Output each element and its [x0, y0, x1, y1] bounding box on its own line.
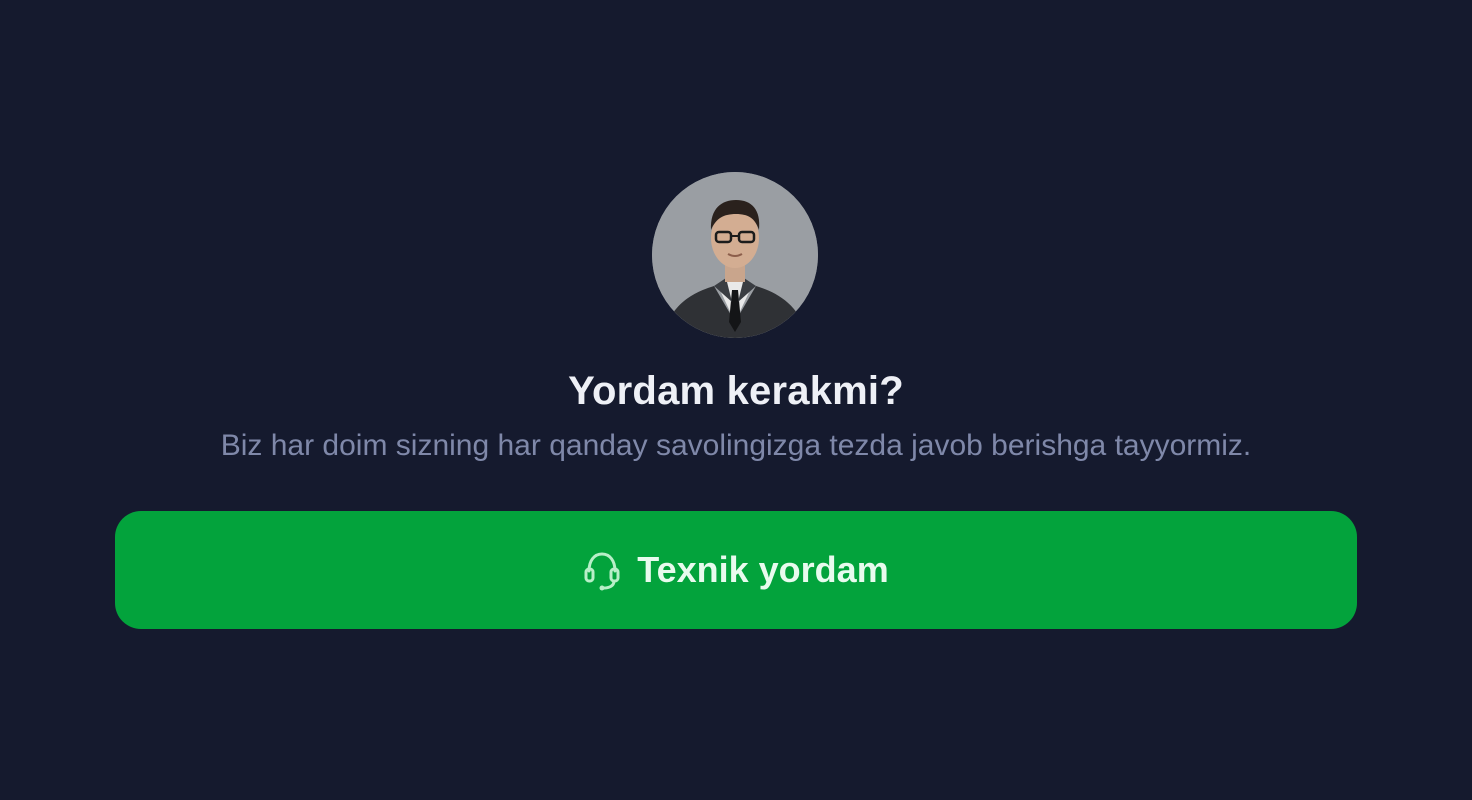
headset-icon [583, 549, 621, 591]
page-title: Yordam kerakmi? [568, 369, 904, 413]
technical-support-button[interactable]: Texnik yordam [115, 511, 1357, 629]
technical-support-label: Texnik yordam [637, 549, 889, 590]
subtitle: Biz har doim sizning har qanday savoling… [220, 429, 1252, 462]
help-card: Yordam kerakmi? Biz har doim sizning har… [0, 0, 1472, 800]
support-agent-photo [652, 172, 818, 338]
avatar [652, 172, 818, 338]
